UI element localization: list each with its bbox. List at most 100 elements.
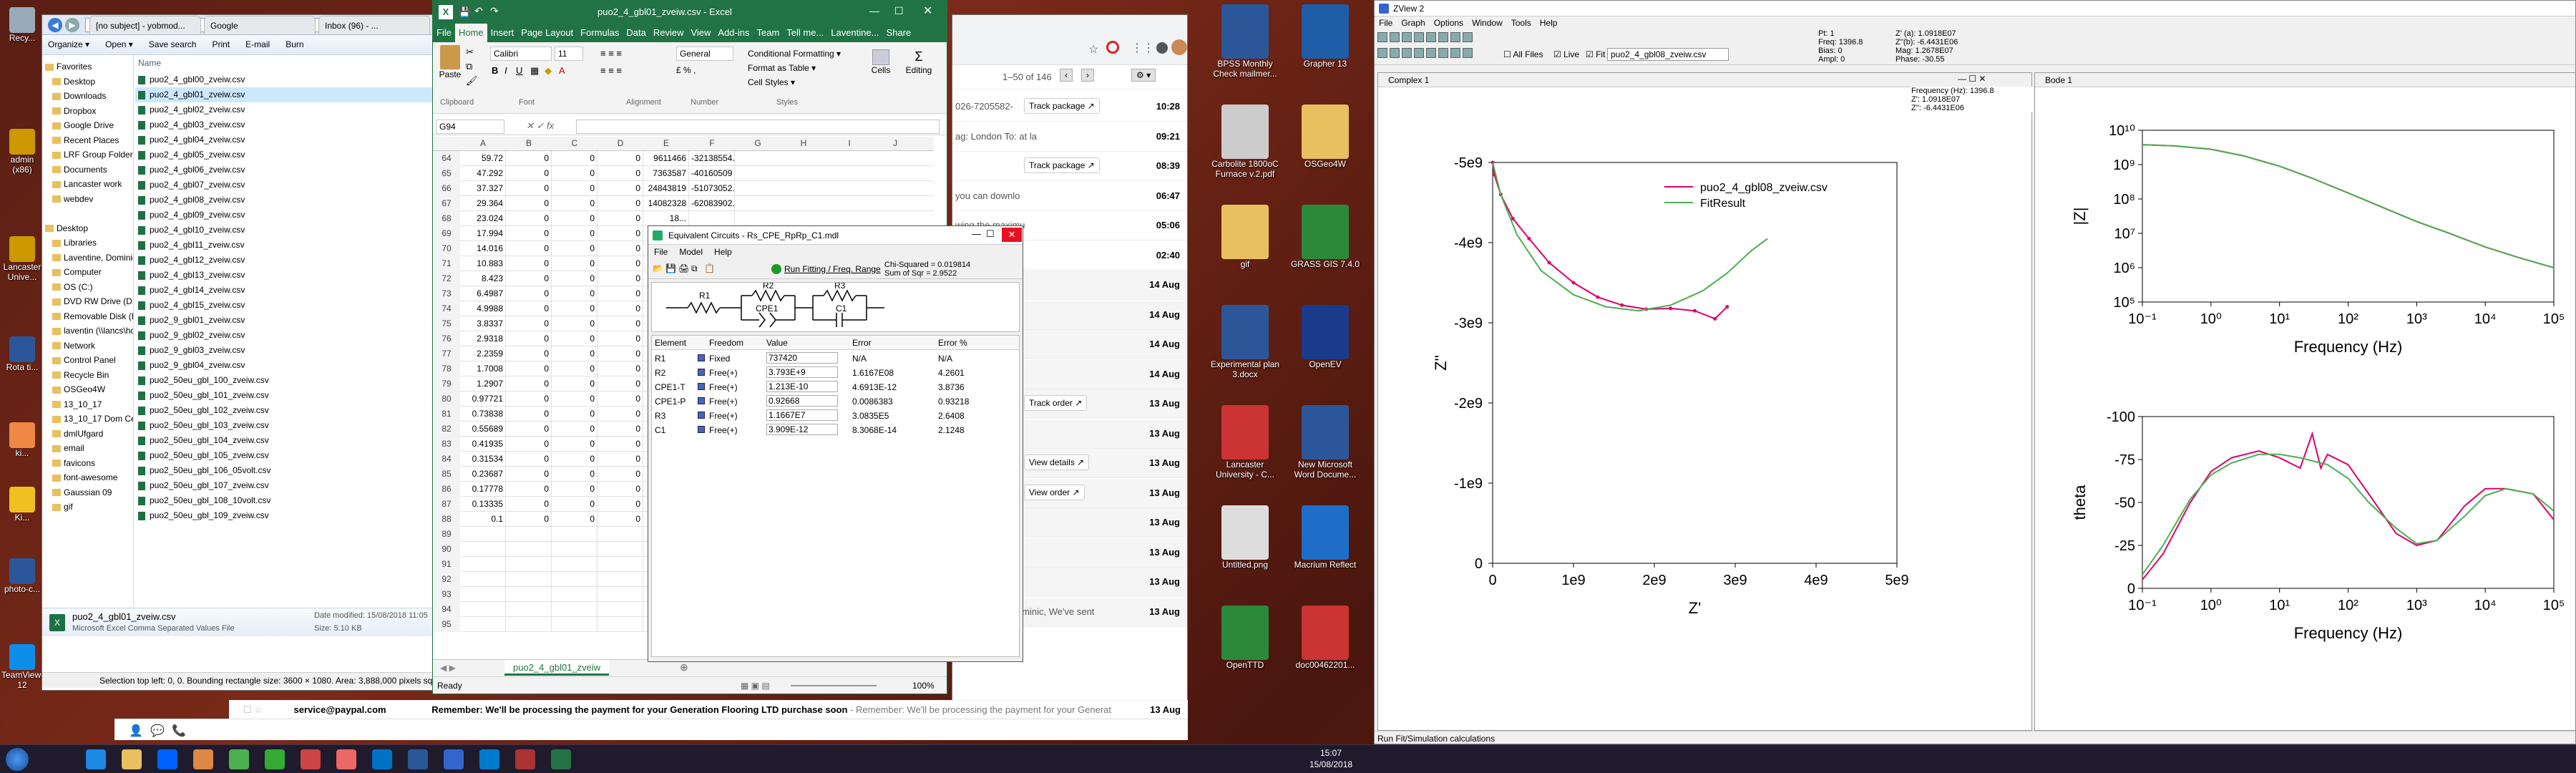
star-icon[interactable]: ☆ xyxy=(1088,42,1098,57)
desktop-icon[interactable]: New Microsoft Word Docume... xyxy=(1289,405,1361,480)
cell[interactable]: 0.31534 xyxy=(460,452,506,467)
open-icon[interactable]: 📂 xyxy=(653,263,663,273)
cell[interactable]: 24843819 xyxy=(643,181,689,196)
column-header-name[interactable]: Name xyxy=(138,58,161,68)
cell[interactable]: 0.55689 xyxy=(460,422,506,437)
nav-item[interactable]: Desktop xyxy=(52,74,95,89)
cell[interactable]: 0 xyxy=(506,196,552,211)
desktop-icon[interactable]: OpenEV xyxy=(1289,305,1361,369)
zview-tool-icon[interactable] xyxy=(1402,48,1412,58)
cell[interactable]: 0 xyxy=(552,226,597,241)
fill-color-icon[interactable]: ◆ xyxy=(545,65,552,77)
italic-button[interactable]: I xyxy=(504,65,507,76)
cell[interactable]: 37.327 xyxy=(460,181,506,196)
copy-icon[interactable]: ⧉ xyxy=(466,61,472,72)
nav-item[interactable]: DVD RW Drive (D:) xyxy=(52,294,133,308)
cell[interactable]: 0 xyxy=(506,361,552,376)
cell[interactable]: 0 xyxy=(552,256,597,271)
ribbon-tab[interactable]: Review xyxy=(650,24,688,42)
desktop-icon[interactable]: Untitled.png xyxy=(1209,505,1281,570)
file-row[interactable]: puo2_50eu_gbl_103_zveiw.csv xyxy=(135,418,441,433)
print-icon[interactable]: 🖨 xyxy=(678,263,689,273)
desktop-icon[interactable]: admin (x86) xyxy=(1,129,43,175)
nav-item[interactable]: Gaussian 09 xyxy=(52,485,112,500)
eqc-maximize-icon[interactable]: ☐ xyxy=(986,228,995,240)
nav-item[interactable]: Downloads xyxy=(52,89,106,103)
cell[interactable]: 0 xyxy=(552,271,597,286)
zview-tool-icon[interactable] xyxy=(1414,32,1424,42)
cell[interactable]: 0 xyxy=(506,497,552,512)
cell[interactable]: 17.994 xyxy=(460,226,506,241)
cell[interactable]: 0 xyxy=(506,467,552,482)
email-row[interactable]: you can downlo 06:47 xyxy=(952,181,1187,211)
avatar[interactable] xyxy=(1171,39,1187,55)
explorer-toolbar-button[interactable]: Open ▾ xyxy=(105,39,133,49)
cell[interactable]: 0 xyxy=(506,437,552,452)
zoom-slider[interactable] xyxy=(791,685,877,686)
file-row[interactable]: puo2_9_gbl03_zveiw.csv xyxy=(135,343,441,358)
save-icon[interactable]: 💾 xyxy=(459,6,470,18)
value-field[interactable]: 737420 xyxy=(766,352,838,364)
file-row[interactable]: puo2_50eu_gbl_101_zveiw.csv xyxy=(135,388,441,403)
cell[interactable]: 0 xyxy=(552,316,597,331)
eqc-menu-item[interactable]: Model xyxy=(679,247,703,257)
cell[interactable]: 1.7008 xyxy=(460,361,506,376)
zview-menu-item[interactable]: Tools xyxy=(1511,18,1531,28)
font-size-select[interactable]: 11 xyxy=(555,47,583,61)
cell[interactable]: 0.97721 xyxy=(460,392,506,407)
freedom-icon[interactable] xyxy=(698,426,705,433)
zview-tool-icon[interactable] xyxy=(1402,32,1412,42)
cell[interactable]: 0 xyxy=(506,286,552,301)
cell[interactable]: 0 xyxy=(597,422,643,437)
ribbon-tab[interactable]: Data xyxy=(623,24,649,42)
cell[interactable]: 0 xyxy=(552,361,597,376)
settings-gear-button[interactable]: ⚙ ▾ xyxy=(1131,69,1156,82)
eqc-menu-item[interactable]: Help xyxy=(714,247,732,257)
underline-button[interactable]: U xyxy=(516,65,522,76)
browser-tab[interactable]: Google xyxy=(204,16,316,34)
desktop-icon[interactable]: OpenTTD xyxy=(1209,606,1281,670)
cell[interactable] xyxy=(506,602,552,617)
styles-menu-item[interactable]: Conditional Formatting ▾ xyxy=(748,47,855,61)
cell[interactable]: 0 xyxy=(506,316,552,331)
ribbon-tab[interactable]: Share xyxy=(883,24,915,42)
nav-item[interactable]: Libraries xyxy=(52,235,97,250)
formula-input[interactable] xyxy=(576,120,940,134)
explorer-toolbar-button[interactable]: Burn xyxy=(286,39,303,49)
view-buttons[interactable]: ▦ ▣ ▤ xyxy=(741,677,770,694)
cell[interactable]: 59.72 xyxy=(460,151,506,166)
file-row[interactable]: puo2_9_gbl01_zveiw.csv xyxy=(135,313,441,328)
zview-tool-icon[interactable] xyxy=(1426,48,1436,58)
value-field[interactable]: 3.793E+9 xyxy=(766,366,838,378)
ribbon-tab[interactable]: File xyxy=(433,24,455,42)
taskbar-dropbox-icon[interactable] xyxy=(157,749,177,769)
cell[interactable]: 0 xyxy=(597,407,643,422)
fit-checkbox[interactable]: ☑ Fit xyxy=(1586,49,1605,59)
desktop-icon[interactable]: Grapher 13 xyxy=(1289,4,1361,69)
bode-phase-plot[interactable]: 10⁻¹ 10⁰ 10¹ 10² 10³ 10⁴ 10⁵ -100 -75 -50 -25 0 Freq… xyxy=(2035,388,2576,703)
column-header[interactable]: B xyxy=(506,138,552,148)
cell[interactable]: 0 xyxy=(506,407,552,422)
cell[interactable]: 0 xyxy=(552,497,597,512)
file-row[interactable]: puo2_4_gbl03_zveiw.csv xyxy=(135,117,441,132)
cell[interactable]: 0 xyxy=(552,392,597,407)
zview-tool-icon[interactable] xyxy=(1463,48,1473,58)
file-row[interactable]: puo2_4_gbl09_zveiw.csv xyxy=(135,208,441,223)
cell[interactable]: 0 xyxy=(597,301,643,316)
zview-tool-icon[interactable] xyxy=(1377,32,1387,42)
cells-button[interactable]: Cells xyxy=(867,49,895,75)
cell[interactable]: 0 xyxy=(597,482,643,497)
zview-menu-item[interactable]: Options xyxy=(1434,18,1463,28)
nav-item[interactable]: font-awesome xyxy=(52,470,117,485)
complex-plot[interactable]: 0 1e9 2e9 3e9 4e9 5e9 -5e9 -4e9 -3e9 -2e9 -1e9 0 Z' Z… xyxy=(1378,87,2031,730)
cell[interactable]: 0 xyxy=(552,422,597,437)
editing-button[interactable]: Σ Editing xyxy=(901,49,937,75)
table-row[interactable]: R1 Fixed 737420 N/A N/A xyxy=(652,351,1019,366)
nav-item[interactable]: Laventine, Dominic xyxy=(52,251,133,265)
cell[interactable]: 29.364 xyxy=(460,196,506,211)
desktop-icon[interactable]: ki... xyxy=(1,422,43,458)
nav-item[interactable]: Network xyxy=(52,339,95,353)
next-page-button[interactable]: › xyxy=(1081,69,1094,82)
cell[interactable]: 0 xyxy=(552,346,597,361)
file-row[interactable]: puo2_50eu_gbl_100_zveiw.csv xyxy=(135,373,441,388)
